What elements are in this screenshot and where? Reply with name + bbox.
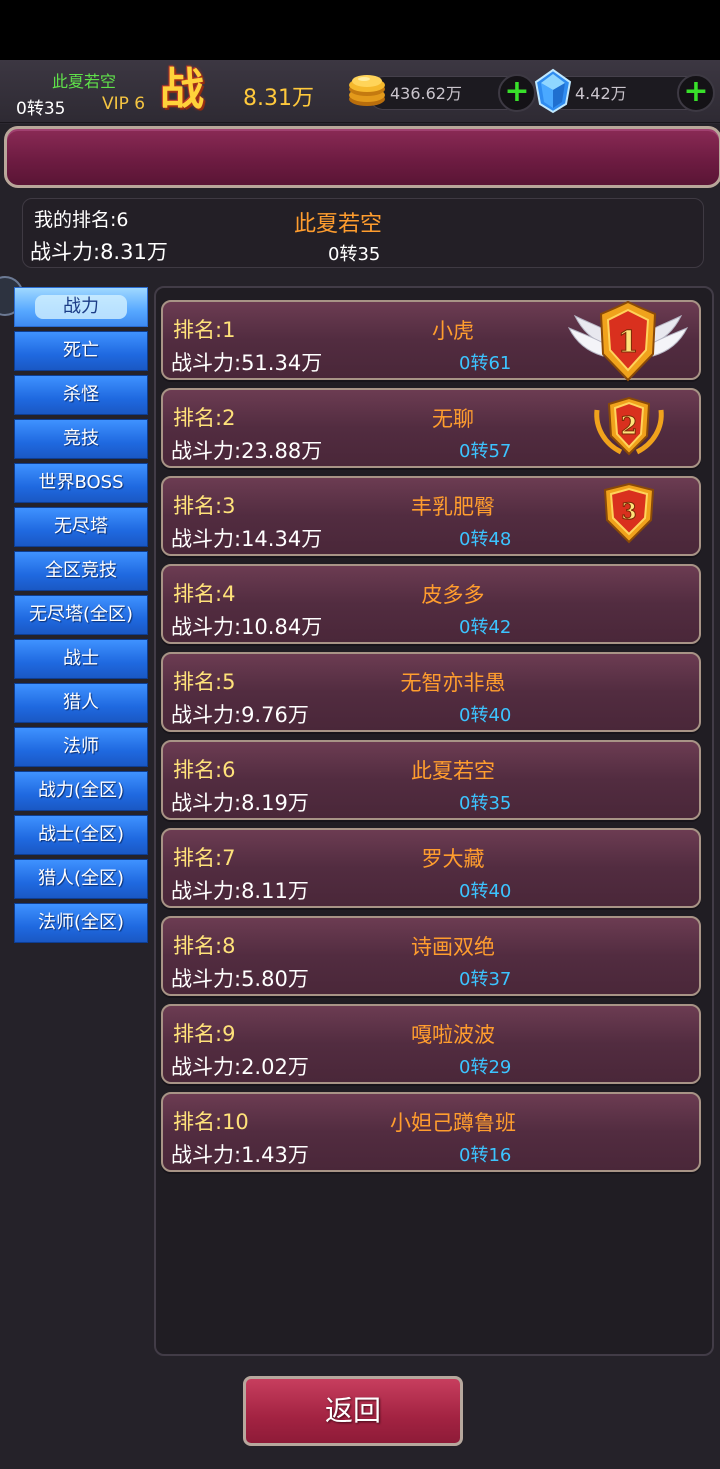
- ranking-row[interactable]: 排名:4 战斗力:10.84万 皮多多 0转42: [161, 564, 701, 644]
- my-power-label: 战斗力:8.31万: [30, 240, 168, 264]
- ranking-list: 排名:1 战斗力:51.34万 小虎 0转61 1 排名:2 战斗力:23.88…: [161, 300, 701, 1180]
- rank-player-level: 0转37: [459, 969, 512, 990]
- rank-number: 排名:6: [173, 758, 236, 782]
- back-button[interactable]: 返回: [243, 1376, 463, 1446]
- my-rank-label: 我的排名:6: [34, 209, 129, 231]
- bronze-shield-medal-icon: 3: [603, 482, 655, 544]
- rank-player-level: 0转42: [459, 617, 512, 638]
- tab-endless-tower[interactable]: 无尽塔: [14, 507, 148, 547]
- ranking-row[interactable]: 排名:1 战斗力:51.34万 小虎 0转61 1: [161, 300, 701, 382]
- rank-player-level: 0转48: [459, 529, 512, 550]
- player-name: 此夏若空: [52, 72, 117, 91]
- ranking-row[interactable]: 排名:8 战斗力:5.80万 诗画双绝 0转37: [161, 916, 701, 996]
- rank-power: 战斗力:10.84万: [171, 615, 323, 639]
- rank-number: 排名:9: [173, 1022, 236, 1046]
- power-icon: 战: [160, 64, 204, 115]
- rank-player-name: 无智亦非愚: [400, 671, 506, 695]
- ranking-row[interactable]: 排名:5 战斗力:9.76万 无智亦非愚 0转40: [161, 652, 701, 732]
- tab-endless-tower-cross-server[interactable]: 无尽塔(全区): [14, 595, 148, 635]
- rank-player-level: 0转16: [459, 1145, 512, 1166]
- svg-text:2: 2: [621, 411, 638, 440]
- tab-monster-kills[interactable]: 杀怪: [14, 375, 148, 415]
- rank-power: 战斗力:51.34万: [171, 351, 323, 375]
- rank-power: 战斗力:5.80万: [171, 967, 309, 991]
- rank-player-level: 0转29: [459, 1057, 512, 1078]
- gold-winged-medal-icon: 1: [567, 300, 689, 382]
- tab-hunter[interactable]: 猎人: [14, 683, 148, 723]
- rank-player-name: 小妲己蹲鲁班: [390, 1111, 516, 1135]
- rank-player-level: 0转35: [459, 793, 512, 814]
- add-gold-button[interactable]: +: [498, 74, 536, 112]
- player-level: 0转35: [16, 99, 66, 119]
- category-tabs: 战力 死亡 杀怪 竞技 世界BOSS 无尽塔 全区竞技 无尽塔(全区) 战士 猎…: [14, 287, 148, 947]
- svg-text:3: 3: [621, 499, 636, 525]
- vip-level[interactable]: VIP 6: [102, 94, 145, 114]
- rank-player-name: 无聊: [432, 407, 474, 431]
- status-bar: [0, 0, 720, 60]
- tab-warrior-cross-server[interactable]: 战士(全区): [14, 815, 148, 855]
- ranking-row[interactable]: 排名:3 战斗力:14.34万 丰乳肥臀 0转48 3: [161, 476, 701, 556]
- rank-player-level: 0转40: [459, 881, 512, 902]
- gold-value: 436.62万: [390, 84, 462, 103]
- svg-text:1: 1: [618, 325, 639, 360]
- rank-number: 排名:8: [173, 934, 236, 958]
- rank-player-name: 嘎啦波波: [411, 1023, 495, 1047]
- tab-cross-server-arena[interactable]: 全区竞技: [14, 551, 148, 591]
- rank-player-level: 0转61: [459, 353, 512, 374]
- rank-player-name: 罗大藏: [421, 847, 485, 871]
- silver-laurel-medal-icon: 2: [594, 396, 664, 456]
- rank-player-name: 丰乳肥臀: [411, 495, 495, 519]
- gem-value: 4.42万: [575, 84, 627, 103]
- add-gem-button[interactable]: +: [677, 74, 715, 112]
- rank-power: 战斗力:2.02万: [171, 1055, 309, 1079]
- tab-hunter-cross-server[interactable]: 猎人(全区): [14, 859, 148, 899]
- rank-number: 排名:1: [173, 318, 236, 342]
- ranking-row[interactable]: 排名:10 战斗力:1.43万 小妲己蹲鲁班 0转16: [161, 1092, 701, 1172]
- rank-player-name: 此夏若空: [411, 759, 495, 783]
- gold-coins-icon: [349, 75, 385, 106]
- rank-power: 战斗力:1.43万: [171, 1143, 309, 1167]
- rank-number: 排名:5: [173, 670, 236, 694]
- tab-mage-cross-server[interactable]: 法师(全区): [14, 903, 148, 943]
- top-bar: 此夏若空 0转35 VIP 6 战 8.31万 436.62万 + 4.42万 …: [0, 60, 720, 123]
- diamond-icon: [534, 68, 572, 114]
- tab-world-boss[interactable]: 世界BOSS: [14, 463, 148, 503]
- rank-player-level: 0转40: [459, 705, 512, 726]
- ranking-row[interactable]: 排名:2 战斗力:23.88万 无聊 0转57 2: [161, 388, 701, 468]
- rank-number: 排名:4: [173, 582, 236, 606]
- rank-player-name: 皮多多: [421, 583, 485, 607]
- rank-player-level: 0转57: [459, 441, 512, 462]
- ranking-row[interactable]: 排名:7 战斗力:8.11万 罗大藏 0转40: [161, 828, 701, 908]
- tab-power[interactable]: 战力: [14, 287, 148, 327]
- my-level: 0转35: [328, 244, 381, 265]
- rank-power: 战斗力:8.19万: [171, 791, 309, 815]
- rank-number: 排名:10: [173, 1110, 249, 1134]
- tab-warrior[interactable]: 战士: [14, 639, 148, 679]
- tab-power-cross-server[interactable]: 战力(全区): [14, 771, 148, 811]
- rank-number: 排名:3: [173, 494, 236, 518]
- tab-label: 战力: [35, 295, 127, 319]
- ranking-row[interactable]: 排名:9 战斗力:2.02万 嘎啦波波 0转29: [161, 1004, 701, 1084]
- rank-power: 战斗力:8.11万: [171, 879, 309, 903]
- tab-death[interactable]: 死亡: [14, 331, 148, 371]
- tab-arena[interactable]: 竞技: [14, 419, 148, 459]
- rank-number: 排名:7: [173, 846, 236, 870]
- title-banner: [4, 126, 720, 188]
- rank-number: 排名:2: [173, 406, 236, 430]
- rank-player-name: 小虎: [432, 319, 474, 343]
- rank-player-name: 诗画双绝: [411, 935, 495, 959]
- rank-power: 战斗力:14.34万: [171, 527, 323, 551]
- power-value: 8.31万: [243, 86, 314, 111]
- rank-power: 战斗力:23.88万: [171, 439, 323, 463]
- ranking-row[interactable]: 排名:6 战斗力:8.19万 此夏若空 0转35: [161, 740, 701, 820]
- tab-mage[interactable]: 法师: [14, 727, 148, 767]
- my-name: 此夏若空: [294, 212, 383, 237]
- rank-power: 战斗力:9.76万: [171, 703, 309, 727]
